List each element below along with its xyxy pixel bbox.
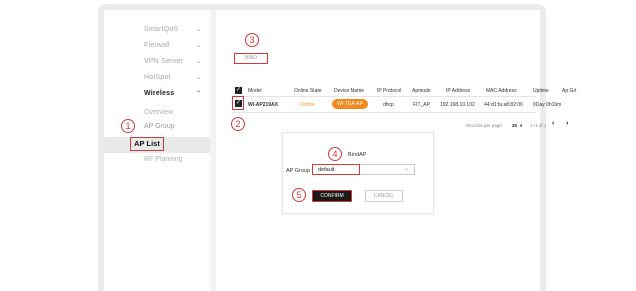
callout-5: 5 bbox=[292, 188, 306, 202]
cell-online-state: Online bbox=[300, 102, 315, 108]
column-header: IP Address bbox=[446, 88, 471, 94]
chevron-down-icon: ⌄ bbox=[196, 27, 202, 33]
column-header: MAC Address bbox=[486, 88, 517, 94]
menu-vpn-server[interactable]: VPN Server bbox=[144, 58, 183, 65]
chevron-down-icon: ⌄ bbox=[196, 75, 202, 81]
records-per-page-label: Records per page: bbox=[466, 123, 504, 128]
sidebar-item-rf-planning[interactable]: RF Planning bbox=[144, 156, 183, 163]
ap-group-value: default bbox=[318, 167, 335, 173]
cell-device-name: WI-TEA-AP bbox=[332, 99, 368, 109]
sidebar-item-ap-list[interactable]: AP List bbox=[130, 137, 164, 151]
sidebar-item-ap-group[interactable]: AP Group bbox=[144, 123, 175, 130]
cell-model: WI-AP219AX bbox=[248, 102, 279, 108]
row-divider bbox=[232, 112, 536, 113]
column-header: Uptime bbox=[533, 88, 549, 94]
dropdown-triangle-icon: ▾ bbox=[520, 123, 523, 128]
menu-smartqos[interactable]: SmartQoS bbox=[144, 26, 178, 33]
header-divider bbox=[232, 96, 536, 97]
menu-hotspot[interactable]: HotSpot bbox=[144, 74, 171, 81]
column-header: Apmode bbox=[412, 88, 431, 94]
prev-page-icon[interactable]: ‹ bbox=[552, 120, 554, 127]
callout-3: 3 bbox=[245, 33, 259, 47]
select-all-checkbox[interactable]: ✓ bbox=[235, 87, 242, 94]
column-header: Ap Grt bbox=[562, 88, 577, 94]
chevron-down-icon: ⌄ bbox=[196, 43, 202, 49]
column-header: Online State bbox=[294, 88, 322, 94]
page-range: 1~1 of 1 bbox=[530, 123, 547, 128]
callout-1: 1 bbox=[121, 119, 135, 133]
cancel-button[interactable]: CANCEL bbox=[365, 190, 403, 202]
next-page-icon[interactable]: › bbox=[566, 120, 568, 127]
sidebar-item-overview[interactable]: Overview bbox=[144, 109, 173, 116]
ap-group-label: AP Group bbox=[286, 168, 311, 174]
chevron-down-icon: ⌄ bbox=[404, 166, 410, 172]
column-header: Device Name bbox=[334, 88, 365, 94]
cell-mac-address: 44:d1:fa:a8:82:06 bbox=[484, 102, 523, 108]
chevron-up-icon: ⌃ bbox=[196, 91, 202, 97]
menu-firewall[interactable]: Fierwall bbox=[144, 42, 170, 49]
cell-uptime: 0Day 0h16m bbox=[533, 102, 562, 108]
callout-4: 4 bbox=[328, 147, 342, 161]
records-per-page-select[interactable]: 20 bbox=[512, 123, 517, 128]
cell-ip-protocol: dhcp bbox=[383, 102, 394, 108]
confirm-button[interactable]: CONFIRM bbox=[312, 190, 352, 202]
bind-button[interactable]: BIND bbox=[234, 53, 268, 64]
chevron-down-icon: ⌄ bbox=[196, 59, 202, 65]
row-checkbox[interactable]: ✓ bbox=[235, 100, 242, 107]
column-header: Model bbox=[248, 88, 262, 94]
cell-ip-address: 192.168.10.102 bbox=[440, 102, 475, 108]
column-header: IP Protocol bbox=[377, 88, 402, 94]
dialog-title: BindAP bbox=[348, 152, 367, 158]
menu-wireless[interactable]: Wireless bbox=[144, 90, 174, 97]
cell-apmode: FIT_AP bbox=[413, 102, 430, 108]
callout-2: 2 bbox=[231, 117, 245, 131]
